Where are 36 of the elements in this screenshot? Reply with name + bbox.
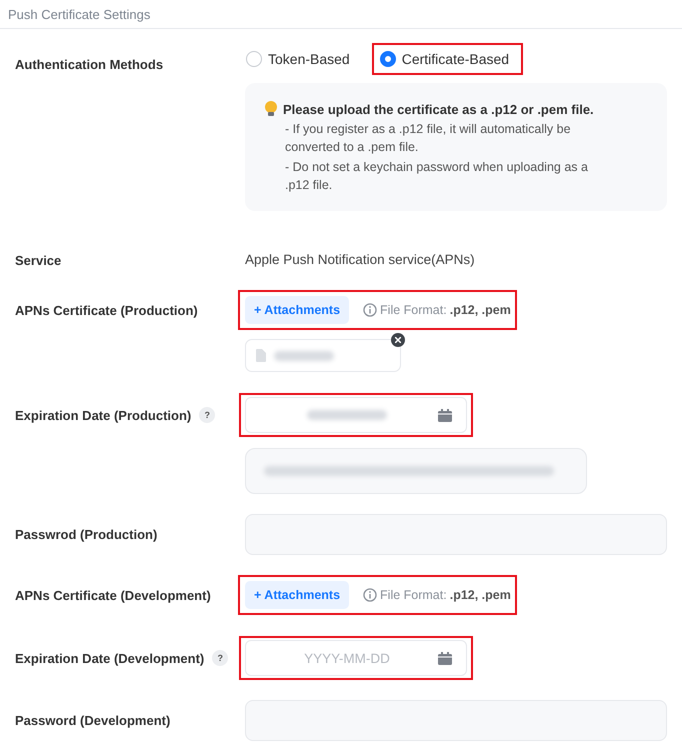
calendar-icon[interactable]: [438, 408, 452, 422]
blurred-filename: [274, 350, 334, 360]
date-input[interactable]: YYYY-MM-DD: [256, 650, 438, 666]
format-label: File Format:: [380, 588, 447, 602]
field-value: Apple Push Notification service(APNs): [245, 251, 476, 269]
format-value: .p12, .pem: [450, 588, 511, 602]
attachments-button[interactable]: + Attachments: [245, 296, 350, 324]
password-field[interactable]: [245, 514, 667, 555]
date-field[interactable]: YYYY-MM-DD: [245, 640, 467, 676]
field-label: Authentication Methods: [15, 56, 164, 72]
help-badge[interactable]: ?: [212, 650, 228, 666]
radio-option[interactable]: Certificate-Based: [380, 51, 510, 67]
lightbulb-icon: [263, 100, 279, 118]
field-label: Password (Development): [15, 713, 170, 728]
radio-option[interactable]: Token-Based: [246, 51, 350, 67]
info-icon: [363, 303, 378, 317]
help-badge[interactable]: ?: [199, 407, 216, 423]
calendar-icon[interactable]: [438, 652, 452, 664]
field-label: Expiration Date (Development): [15, 650, 204, 666]
field-label: Passwrod (Production): [15, 527, 158, 542]
format-label: File Format:: [380, 303, 447, 317]
password-field[interactable]: [245, 700, 667, 741]
attachments-button[interactable]: + Attachments: [245, 581, 350, 609]
close-icon[interactable]: [391, 333, 405, 347]
section-title: Push Certificate Settings: [8, 6, 150, 22]
date-field[interactable]: [245, 397, 467, 433]
notice-text: - If you register as a .p12 file, it will automatically be converted to a .pem file.: [285, 121, 572, 156]
field-label: APNs Certificate (Development): [15, 588, 211, 602]
field-label: Expiration Date (Production): [15, 408, 192, 422]
field-label: Service: [15, 252, 62, 268]
info-icon: [363, 588, 378, 602]
notice-text: - Do not set a keychain password when uploading as a .p12 file.: [285, 159, 589, 194]
field-label: APNs Certificate (Production): [15, 302, 198, 318]
file-icon: [256, 349, 266, 362]
format-value: .p12, .pem: [450, 303, 511, 317]
notice-title: Please upload the certificate as a .p12 or .pem file.: [283, 102, 594, 116]
